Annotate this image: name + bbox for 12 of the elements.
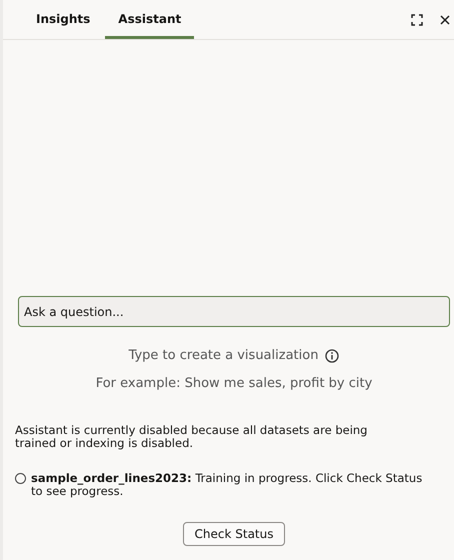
check-status-button[interactable]: Check Status bbox=[182, 522, 286, 546]
fullscreen-icon[interactable] bbox=[411, 14, 423, 26]
info-icon[interactable] bbox=[325, 348, 340, 362]
radio-button[interactable] bbox=[15, 473, 26, 484]
dataset-status-text: sample_order_lines2023: Training in progress. Click Check Status to see progress. bbox=[31, 472, 424, 498]
hint-text: Type to create a visualization bbox=[128, 348, 318, 363]
panel-tab[interactable]: Insights bbox=[23, 0, 104, 39]
close-icon[interactable] bbox=[440, 14, 450, 24]
example-text: For example: Show me sales, profit by city bbox=[94, 376, 374, 391]
question-input[interactable]: Ask a question... bbox=[18, 296, 450, 327]
notice-text: Assistant is currently disabled because all datasets are being trained or indexing is disabled. bbox=[15, 424, 368, 450]
panel-tab[interactable]: Assistant bbox=[105, 0, 194, 39]
